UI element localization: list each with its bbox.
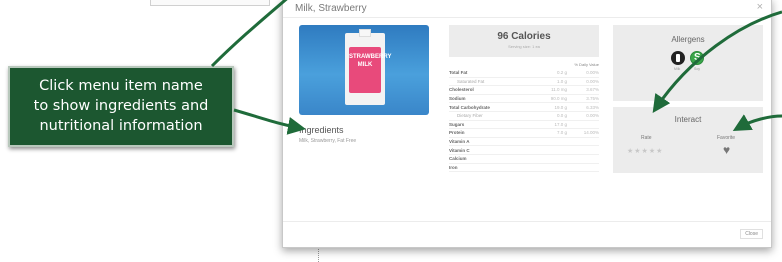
- callout-line-1: Click menu item name: [39, 78, 203, 94]
- nutrient-row: Saturated Fat 1.0 g 0.00%: [449, 78, 599, 87]
- soy-icon: [690, 51, 704, 65]
- nutrient-percent: 3.75%: [586, 96, 599, 102]
- footer-divider: [283, 221, 771, 222]
- close-button[interactable]: Close: [740, 229, 763, 239]
- nutrition-facts: 96 Calories Serving size: 1 ea % Daily V…: [449, 25, 599, 211]
- nutrient-name: Total Carbohydrate: [449, 104, 490, 110]
- nutrient-row: Protein 7.0 g 14.00%: [449, 129, 599, 138]
- nutrient-name: Cholesterol: [449, 87, 474, 93]
- nutrient-row: Total Fat 0.2 g 0.00%: [449, 69, 599, 78]
- nutrient-name: Calcium: [449, 156, 467, 162]
- nutrient-amount: 11.0 mg: [551, 87, 567, 93]
- allergens-title: Allergens: [671, 35, 705, 44]
- nutrient-row: Sugars 17.0 g: [449, 121, 599, 130]
- nutrient-name: Vitamin A: [449, 139, 470, 145]
- nutrient-amount: 90.0 mg: [550, 96, 567, 102]
- nutrient-row: Total Carbohydrate 19.0 g 6.33%: [449, 103, 599, 112]
- nutrient-name: Saturated Fat: [457, 78, 485, 84]
- nutrient-name: Vitamin C: [449, 147, 470, 153]
- favorite-label: Favorite: [717, 135, 736, 141]
- heart-icon[interactable]: ♥: [723, 143, 730, 157]
- allergen-label-milk: Milk: [674, 67, 681, 71]
- callout-line-3: nutritional information: [39, 118, 203, 134]
- nutrient-name: Dietary Fiber: [457, 113, 483, 119]
- milk-icon: [671, 51, 685, 65]
- calories-title: 96 Calories: [497, 31, 551, 42]
- carton-text: STRAWBERRY MILK: [349, 54, 392, 68]
- nutrient-percent: 0.00%: [586, 78, 599, 84]
- nutrient-row: Vitamin C: [449, 146, 599, 155]
- product-image: STRAWBERRY MILK: [299, 25, 429, 115]
- nutrient-amount: 0.0 g: [556, 113, 567, 119]
- nutrition-modal: Milk, Strawberry × STRAWBERRY MILK Ingre…: [282, 0, 772, 248]
- nutrient-row: Iron: [449, 164, 599, 173]
- nutrient-table: Total Fat 0.2 g 0.00% Saturated Fat 1.0 g 0.0…: [449, 69, 599, 173]
- nutrient-name: Iron: [449, 164, 458, 170]
- nutrient-amount: 19.0 g: [554, 104, 567, 110]
- modal-divider: [283, 17, 771, 18]
- interact-title: Interact: [674, 115, 702, 124]
- callout-text: Click menu item name to show ingredients…: [10, 76, 232, 136]
- daily-value-header: % Daily Value: [574, 62, 599, 67]
- nutrient-percent: 3.67%: [586, 87, 599, 93]
- nutrient-row: Dietary Fiber 0.0 g 0.00%: [449, 112, 599, 121]
- milk-carton-graphic: STRAWBERRY MILK: [345, 29, 392, 105]
- nutrient-row: Vitamin A: [449, 138, 599, 147]
- serving-size: Serving size: 1 ea: [508, 44, 540, 49]
- nutrient-name: Sugars: [449, 121, 465, 127]
- allergens-panel: Allergens Milk Soy: [613, 25, 763, 101]
- nutrient-percent: 0.00%: [586, 70, 599, 76]
- nutrient-name: Protein: [449, 130, 465, 136]
- rate-label: Rate: [641, 135, 652, 141]
- nutrient-name: Sodium: [449, 96, 466, 102]
- ingredients-text: Milk, Strawberry, Fat Free: [299, 138, 357, 144]
- modal-title: Milk, Strawberry: [295, 3, 367, 14]
- ingredients-heading: Ingredients: [299, 125, 344, 135]
- nutrient-row: Cholesterol 11.0 mg 3.67%: [449, 86, 599, 95]
- nutrient-amount: 7.0 g: [556, 130, 567, 136]
- nutrient-percent: 14.00%: [583, 130, 599, 136]
- nutrient-amount: 0.2 g: [556, 70, 567, 76]
- callout-line-2: to show ingredients and: [33, 98, 209, 114]
- rating-stars[interactable]: ★★★★★: [627, 147, 663, 155]
- close-icon[interactable]: ×: [757, 1, 763, 13]
- nutrient-percent: 0.00%: [586, 113, 599, 119]
- arrow-to-title: [210, 0, 288, 68]
- allergen-label-soy: Soy: [694, 67, 701, 71]
- nutrient-amount: 17.0 g: [554, 121, 567, 127]
- interact-panel: Interact Rate Favorite ★★★★★ ♥: [613, 107, 763, 173]
- nutrient-row: Sodium 90.0 mg 3.75%: [449, 95, 599, 104]
- calories-box: 96 Calories Serving size: 1 ea: [449, 25, 599, 57]
- background-box: [150, 0, 270, 6]
- nutrient-amount: 1.0 g: [556, 78, 567, 84]
- nutrient-name: Total Fat: [449, 70, 468, 76]
- nutrient-row: Calcium: [449, 155, 599, 164]
- instruction-callout: Click menu item name to show ingredients…: [8, 66, 234, 147]
- nutrient-percent: 6.33%: [586, 104, 599, 110]
